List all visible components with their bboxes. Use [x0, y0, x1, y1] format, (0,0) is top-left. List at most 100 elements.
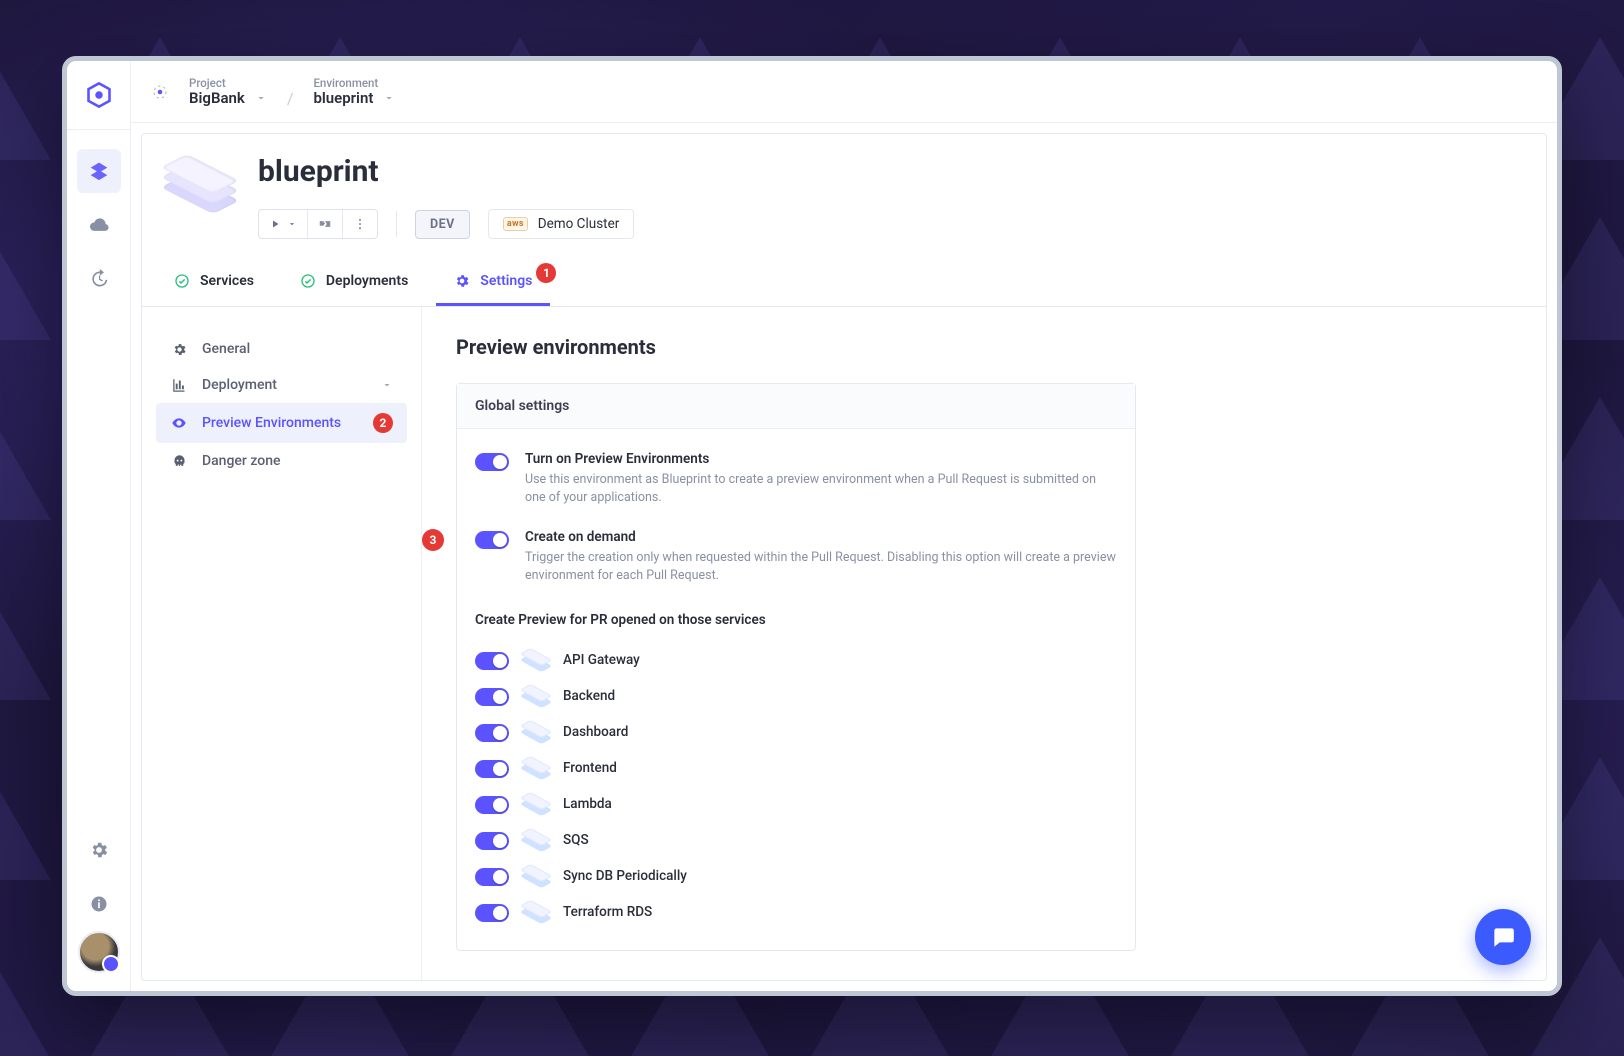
history-icon [89, 269, 109, 289]
toggle-service[interactable] [475, 688, 509, 706]
service-row: Backend [475, 678, 1117, 714]
service-row: Lambda [475, 786, 1117, 822]
breadcrumb-project-label: Project [189, 77, 267, 90]
chevron-down-icon[interactable] [255, 92, 267, 104]
play-icon [269, 218, 281, 230]
dots-vertical-icon [353, 217, 367, 231]
services-list: API Gateway Backend Dashboard FrontendLambd… [475, 642, 1117, 930]
settings-nav-label: Danger zone [202, 453, 281, 469]
option-turn-on-preview: Turn on Preview Environments Use this en… [475, 447, 1117, 525]
rail-item-info[interactable] [77, 882, 121, 926]
option-title: Turn on Preview Environments [525, 451, 1117, 467]
tab-settings[interactable]: Settings 1 [436, 259, 550, 306]
chevron-down-icon [381, 379, 393, 391]
toggle-service[interactable] [475, 796, 509, 814]
toggle-create-on-demand[interactable] [475, 531, 509, 549]
service-name: API Gateway [563, 652, 640, 668]
cluster-chip[interactable]: aws Demo Cluster [488, 209, 635, 239]
project-icon [149, 81, 171, 103]
hexagon-icon [85, 81, 113, 109]
service-icon [523, 649, 549, 671]
rail-item-history[interactable] [77, 257, 121, 301]
settings-nav-badge: 2 [373, 413, 393, 433]
service-row: Terraform RDS [475, 894, 1117, 930]
aws-icon: aws [503, 217, 528, 231]
service-name: SQS [563, 832, 589, 848]
service-icon [523, 685, 549, 707]
user-avatar[interactable] [78, 931, 120, 973]
check-circle-icon [174, 273, 190, 289]
service-icon [523, 901, 549, 923]
breadcrumb-separator: / [285, 75, 296, 108]
caret-down-icon [287, 219, 297, 229]
toggle-service[interactable] [475, 904, 509, 922]
skull-icon [172, 454, 187, 469]
app-logo[interactable] [75, 71, 123, 119]
breadcrumb-project-value[interactable]: BigBank [189, 90, 245, 107]
check-circle-icon [300, 273, 316, 289]
settings-nav-preview-environments[interactable]: Preview Environments 2 [156, 403, 407, 443]
tab-label: Settings [480, 273, 532, 289]
chat-icon [1490, 924, 1516, 950]
service-row: SQS [475, 822, 1117, 858]
stage-badge[interactable]: DEV [415, 210, 470, 239]
more-actions-button[interactable] [343, 210, 377, 238]
chart-icon [172, 378, 187, 393]
callout-badge-3: 3 [422, 529, 444, 551]
services-section-label: Create Preview for PR opened on those se… [475, 612, 1117, 628]
gear-icon [454, 273, 470, 289]
toggle-service[interactable] [475, 760, 509, 778]
layers-icon [89, 161, 109, 181]
option-description: Use this environment as Blueprint to cre… [525, 471, 1117, 507]
tab-settings-badge: 1 [536, 263, 556, 283]
header: Project BigBank / Environment blueprint [131, 61, 1557, 123]
panel-title: Preview environments [456, 335, 1512, 359]
breadcrumb-environment-label: Environment [313, 77, 395, 90]
environment-tabs: Services Deployments Settings 1 [142, 259, 1546, 307]
settings-nav-label: Deployment [202, 377, 277, 393]
breadcrumb-project: Project BigBank [189, 77, 267, 106]
service-name: Dashboard [563, 724, 628, 740]
environment-header: blueprint [142, 134, 1546, 239]
toggle-service[interactable] [475, 832, 509, 850]
rail-item-cloud[interactable] [77, 203, 121, 247]
gear-icon [172, 342, 187, 357]
deploy-button[interactable] [259, 210, 308, 238]
eye-icon [171, 415, 187, 431]
settings-nav-general[interactable]: General [156, 331, 407, 367]
service-row: Dashboard [475, 714, 1117, 750]
settings-panel: Preview environments Global settings Tur… [422, 307, 1546, 980]
service-row: Sync DB Periodically [475, 858, 1117, 894]
settings-nav-danger-zone[interactable]: Danger zone [156, 443, 407, 479]
settings-nav-label: Preview Environments [202, 415, 341, 431]
chat-fab[interactable] [1475, 909, 1531, 965]
tab-services[interactable]: Services [156, 259, 272, 306]
service-row: Frontend [475, 750, 1117, 786]
tab-label: Deployments [326, 273, 408, 289]
service-name: Terraform RDS [563, 904, 652, 920]
breadcrumb-environment-value[interactable]: blueprint [313, 90, 373, 107]
toggle-service[interactable] [475, 724, 509, 742]
toggle-turn-on-preview[interactable] [475, 453, 509, 471]
service-icon [523, 757, 549, 779]
service-icon [523, 865, 549, 887]
card-header: Global settings [457, 384, 1135, 429]
global-settings-card: Global settings Turn on Preview Environm… [456, 383, 1136, 951]
pipeline-button[interactable] [308, 210, 343, 238]
option-create-on-demand: Create on demand Trigger the creation on… [475, 525, 1117, 603]
toggle-service[interactable] [475, 652, 509, 670]
cluster-name: Demo Cluster [538, 216, 620, 232]
toggle-service[interactable] [475, 868, 509, 886]
gear-icon [89, 840, 109, 860]
rail-item-settings[interactable] [77, 828, 121, 872]
app-window: Project BigBank / Environment blueprint [62, 56, 1562, 996]
settings-nav-deployment[interactable]: Deployment [156, 367, 407, 403]
option-description: Trigger the creation only when requested… [525, 549, 1117, 585]
service-icon [523, 793, 549, 815]
chevron-down-icon[interactable] [383, 92, 395, 104]
rail-item-environments[interactable] [77, 149, 121, 193]
tab-deployments[interactable]: Deployments [282, 259, 426, 306]
deploy-button-group [258, 209, 378, 239]
settings-nav-label: General [202, 341, 250, 357]
service-name: Backend [563, 688, 615, 704]
